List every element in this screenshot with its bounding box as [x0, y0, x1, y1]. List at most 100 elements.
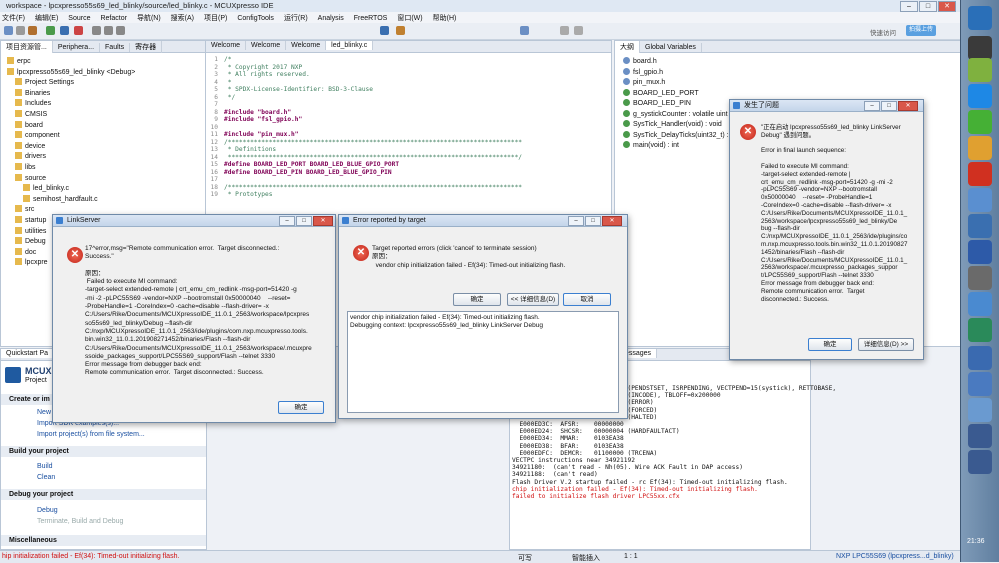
ok-button[interactable]: 确定: [278, 401, 324, 414]
outline-item[interactable]: BOARD_LED_PIN: [623, 99, 691, 107]
app-icon[interactable]: [968, 346, 992, 370]
tree-item[interactable]: led_blinky.c: [23, 184, 69, 192]
ie-browser-icon[interactable]: [968, 84, 992, 108]
menu-item[interactable]: ConfigTools: [237, 15, 274, 22]
tab-editor[interactable]: led_blinky.c: [326, 41, 374, 50]
tree-item[interactable]: device: [15, 141, 45, 150]
menu-item[interactable]: FreeRTOS: [354, 15, 388, 22]
close-button[interactable]: ✕: [898, 101, 918, 111]
chrome-icon[interactable]: [968, 136, 992, 160]
menu-item[interactable]: 帮助(H): [433, 15, 457, 22]
nav-forward-icon[interactable]: [574, 26, 583, 35]
menu-item[interactable]: Refactor: [100, 15, 126, 22]
search-icon[interactable]: [520, 26, 529, 35]
details-button[interactable]: 详细信息(D) >>: [858, 338, 914, 351]
close-button[interactable]: ✕: [602, 216, 622, 226]
tree-item[interactable]: libs: [15, 163, 36, 171]
tree-item[interactable]: Debug: [15, 237, 46, 245]
menu-item[interactable]: 文件(F): [2, 15, 25, 22]
outline-item[interactable]: pin_mux.h: [623, 78, 665, 86]
app-icon[interactable]: [968, 450, 992, 474]
maximize-button[interactable]: □: [919, 1, 937, 12]
pdf-icon[interactable]: [968, 162, 992, 186]
outline-item[interactable]: g_systickCounter : volatile uint: [623, 109, 728, 118]
app-icon[interactable]: [968, 318, 992, 342]
clean-link[interactable]: Clean: [37, 474, 55, 481]
tab-outline[interactable]: Global Variables: [640, 43, 702, 52]
maximize-button[interactable]: □: [881, 101, 897, 111]
outline-item[interactable]: main(void) : int: [623, 141, 679, 149]
tree-item[interactable]: erpc: [7, 57, 31, 65]
tab-left[interactable]: Faults: [100, 43, 131, 52]
status-target[interactable]: NXP LPC55S69 (lpcxpress...d_blinky): [836, 553, 954, 560]
cloud-upload-badge[interactable]: 拍摄上传: [906, 25, 936, 36]
wechat-icon[interactable]: [968, 110, 992, 134]
minimize-button[interactable]: –: [279, 216, 295, 226]
tab-left[interactable]: 项目资源管...: [1, 41, 53, 53]
tree-item[interactable]: lpcxpre: [15, 258, 48, 266]
minimize-button[interactable]: –: [900, 1, 918, 12]
tree-item[interactable]: Includes: [15, 99, 51, 107]
tree-item[interactable]: startup: [15, 216, 46, 224]
run-icon[interactable]: [60, 26, 69, 35]
close-button[interactable]: ✕: [313, 216, 333, 226]
app-icon[interactable]: [968, 398, 992, 422]
step-into-icon[interactable]: [92, 26, 101, 35]
tree-item[interactable]: source: [15, 173, 46, 182]
tab-editor[interactable]: Welcome: [206, 41, 247, 50]
cancel-button[interactable]: 取消: [563, 293, 611, 306]
step-over-icon[interactable]: [104, 26, 113, 35]
word-icon[interactable]: [968, 240, 992, 264]
app-icon[interactable]: [968, 424, 992, 448]
minimize-button[interactable]: –: [568, 216, 584, 226]
outline-item[interactable]: SysTick_DelayTicks(uint32_t) :: [623, 130, 729, 139]
app-icon[interactable]: [968, 372, 992, 396]
close-window-button[interactable]: ✕: [938, 1, 956, 12]
tab-left[interactable]: Periphera...: [53, 43, 101, 52]
ok-button[interactable]: 确定: [453, 293, 501, 306]
tree-item[interactable]: CMSIS: [15, 110, 47, 118]
config-tools-icon[interactable]: [396, 26, 405, 35]
new-icon[interactable]: [4, 26, 13, 35]
flash-icon[interactable]: [380, 26, 389, 35]
app-icon[interactable]: [968, 36, 992, 60]
folder-icon[interactable]: [968, 188, 992, 212]
ok-button[interactable]: 确定: [808, 338, 852, 351]
outline-item[interactable]: board.h: [623, 57, 657, 65]
tree-item[interactable]: drivers: [15, 152, 46, 160]
tab-outline[interactable]: 大纲: [615, 41, 640, 53]
details-button[interactable]: << 详细信息(D): [507, 293, 559, 306]
outline-item[interactable]: fsl_gpio.h: [623, 67, 663, 76]
menu-item[interactable]: Source: [68, 15, 90, 22]
tab-quickstart[interactable]: Quickstart Pa: [1, 349, 55, 358]
tab-editor[interactable]: Welcome: [286, 41, 327, 50]
tree-item[interactable]: utilities: [15, 226, 46, 235]
menu-item[interactable]: 编辑(E): [35, 15, 58, 22]
debug-icon[interactable]: [46, 26, 55, 35]
debug-link[interactable]: Debug: [37, 507, 58, 514]
new-link[interactable]: New: [37, 409, 51, 416]
tree-item[interactable]: lpcxpresso55s69_led_blinky <Debug>: [7, 67, 135, 76]
import-fs-link[interactable]: Import project(s) from file system...: [37, 431, 145, 438]
tree-item[interactable]: src: [15, 205, 34, 213]
mcuxpresso-icon[interactable]: [968, 214, 992, 238]
section-debug[interactable]: Debug your project: [1, 489, 206, 500]
section-misc[interactable]: Miscellaneous: [1, 535, 206, 546]
tree-item[interactable]: Binaries: [15, 88, 50, 97]
minimize-button[interactable]: –: [864, 101, 880, 111]
tree-item[interactable]: semihost_hardfault.c: [23, 194, 98, 203]
store-icon[interactable]: [968, 58, 992, 82]
tree-item[interactable]: component: [15, 131, 60, 139]
stop-icon[interactable]: [74, 26, 83, 35]
tab-editor[interactable]: Welcome: [246, 41, 287, 50]
menu-item[interactable]: Analysis: [318, 15, 344, 22]
terminate-build-debug-link[interactable]: Terminate, Build and Debug: [37, 518, 123, 525]
nav-back-icon[interactable]: [560, 26, 569, 35]
build-link[interactable]: Build: [37, 463, 53, 470]
maximize-button[interactable]: □: [585, 216, 601, 226]
tree-item[interactable]: doc: [15, 247, 36, 256]
menu-item[interactable]: 搜索(A): [171, 15, 194, 22]
build-icon[interactable]: [28, 26, 37, 35]
menu-item[interactable]: 导航(N): [137, 15, 161, 22]
menu-item[interactable]: 运行(R): [284, 15, 308, 22]
